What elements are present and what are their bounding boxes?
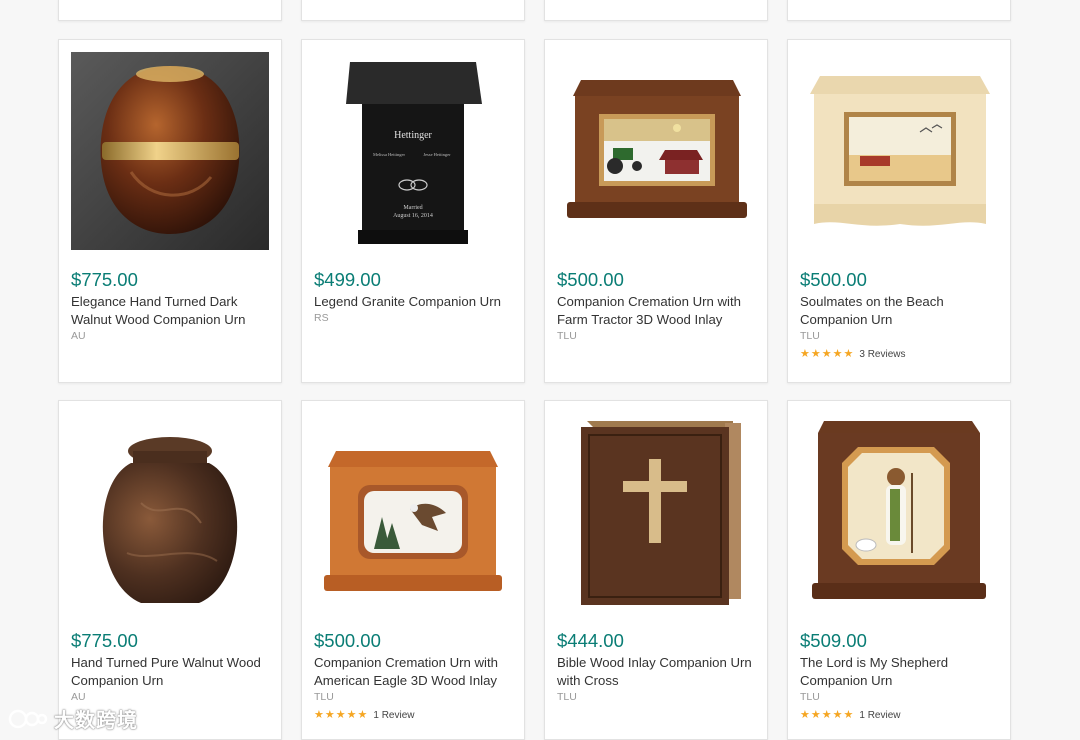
beach-urn-image — [800, 52, 998, 250]
engraving-right-name: Jesse Hettinger — [423, 152, 451, 157]
product-title[interactable]: Soulmates on the Beach Companion Urn — [800, 293, 1000, 328]
product-price: $444.00 — [557, 630, 624, 651]
product-card-partial[interactable] — [787, 0, 1011, 21]
product-image[interactable]: Hettinger Melissa Hettinger Jesse Hettin… — [314, 52, 512, 250]
star-icon: ★ — [810, 709, 821, 721]
star-icon: ★ — [357, 709, 368, 721]
product-title[interactable]: Companion Cremation Urn with Farm Tracto… — [557, 293, 757, 328]
star-icon: ★ — [346, 709, 357, 721]
product-price: $499.00 — [314, 269, 381, 290]
product-vendor: AU — [71, 330, 86, 342]
star-icon: ★ — [324, 709, 335, 721]
product-title[interactable]: Legend Granite Companion Urn — [314, 293, 514, 311]
product-rating[interactable]: ★ ★ ★ ★ ★ 3 Reviews — [800, 349, 906, 361]
star-rating: ★ ★ ★ ★ ★ — [314, 710, 367, 721]
product-card-partial[interactable] — [544, 0, 768, 21]
product-image[interactable] — [314, 413, 512, 611]
product-card[interactable]: $775.00 Hand Turned Pure Walnut Wood Com… — [58, 400, 282, 740]
product-card[interactable]: $500.00 Companion Cremation Urn with Far… — [544, 39, 768, 383]
star-icon: ★ — [810, 348, 821, 360]
product-card[interactable]: $500.00 Soulmates on the Beach Companion… — [787, 39, 1011, 383]
product-price: $500.00 — [800, 269, 867, 290]
product-vendor: TLU — [314, 691, 334, 703]
product-vendor: TLU — [800, 330, 820, 342]
product-image[interactable] — [557, 413, 755, 611]
granite-urn-image: Hettinger Melissa Hettinger Jesse Hettin… — [314, 52, 512, 250]
star-icon: ★ — [335, 709, 346, 721]
review-count[interactable]: 1 Review — [859, 710, 900, 721]
star-rating: ★ ★ ★ ★ ★ — [800, 349, 853, 360]
walnut-urn-image — [71, 52, 269, 250]
product-image[interactable] — [71, 413, 269, 611]
product-vendor: RS — [314, 312, 329, 324]
engraving-name: Hettinger — [394, 130, 432, 141]
product-vendor: TLU — [557, 691, 577, 703]
product-card[interactable]: Hettinger Melissa Hettinger Jesse Hettin… — [301, 39, 525, 383]
product-image[interactable] — [800, 413, 998, 611]
vase-urn-image — [71, 413, 269, 611]
product-rating[interactable]: ★ ★ ★ ★ ★ 1 Review — [800, 710, 901, 722]
product-card[interactable]: $775.00 Elegance Hand Turned Dark Walnut… — [58, 39, 282, 383]
product-price: $775.00 — [71, 630, 138, 651]
product-price: $509.00 — [800, 630, 867, 651]
watermark-logo-icon — [8, 709, 48, 728]
product-card[interactable]: $500.00 Companion Cremation Urn with Ame… — [301, 400, 525, 740]
product-card-partial[interactable] — [58, 0, 282, 21]
product-title[interactable]: Elegance Hand Turned Dark Walnut Wood Co… — [71, 293, 271, 328]
star-icon: ★ — [821, 348, 832, 360]
product-image[interactable] — [800, 52, 998, 250]
product-vendor: TLU — [800, 691, 820, 703]
product-price: $500.00 — [314, 630, 381, 651]
eagle-urn-image — [314, 413, 512, 611]
product-title[interactable]: Companion Cremation Urn with American Ea… — [314, 654, 514, 689]
star-icon: ★ — [832, 348, 843, 360]
product-card[interactable]: $444.00 Bible Wood Inlay Companion Urn w… — [544, 400, 768, 740]
product-price: $500.00 — [557, 269, 624, 290]
star-icon: ★ — [800, 348, 810, 360]
star-icon: ★ — [843, 348, 854, 360]
shepherd-urn-image — [800, 413, 998, 611]
product-image[interactable] — [71, 52, 269, 250]
star-icon: ★ — [843, 709, 854, 721]
engraving-status: Married — [403, 205, 422, 211]
product-card-partial[interactable] — [301, 0, 525, 21]
star-icon: ★ — [800, 709, 810, 721]
tractor-urn-image — [557, 52, 755, 250]
product-image[interactable] — [557, 52, 755, 250]
product-title[interactable]: Bible Wood Inlay Companion Urn with Cros… — [557, 654, 757, 689]
product-price: $775.00 — [71, 269, 138, 290]
star-rating: ★ ★ ★ ★ ★ — [800, 710, 853, 721]
product-title[interactable]: Hand Turned Pure Walnut Wood Companion U… — [71, 654, 271, 689]
bible-urn-image — [557, 413, 755, 611]
watermark-text: 大数跨境 — [54, 710, 138, 732]
review-count[interactable]: 1 Review — [373, 710, 414, 721]
product-title[interactable]: The Lord is My Shepherd Companion Urn — [800, 654, 1000, 689]
star-icon: ★ — [314, 709, 324, 721]
engraving-date: August 16, 2014 — [393, 213, 433, 219]
product-vendor: AU — [71, 691, 86, 703]
product-vendor: TLU — [557, 330, 577, 342]
review-count[interactable]: 3 Reviews — [859, 349, 905, 360]
engraving-left-name: Melissa Hettinger — [373, 152, 406, 157]
star-icon: ★ — [832, 709, 843, 721]
product-card[interactable]: $509.00 The Lord is My Shepherd Companio… — [787, 400, 1011, 740]
product-rating[interactable]: ★ ★ ★ ★ ★ 1 Review — [314, 710, 415, 722]
star-icon: ★ — [821, 709, 832, 721]
watermark: 大数跨境 — [8, 704, 138, 733]
